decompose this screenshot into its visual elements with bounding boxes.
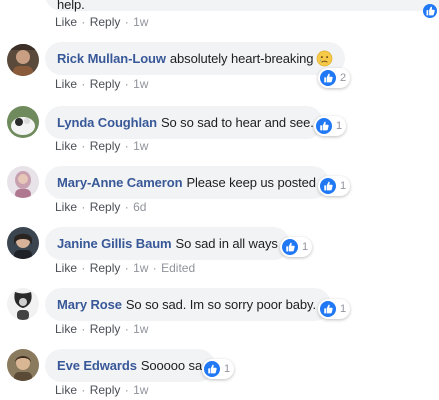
comment-author[interactable]: Janine Gillis Baum: [57, 236, 172, 251]
comment-author[interactable]: Mary-Anne Cameron: [57, 175, 183, 190]
comment-text: So sad in all ways: [175, 236, 278, 251]
timestamp[interactable]: 1w: [133, 139, 148, 153]
comment-author[interactable]: Rick Mullan-Louw: [57, 51, 166, 66]
comment-actions: Like · Reply · 1w: [55, 383, 148, 397]
like-icon: [204, 361, 220, 377]
comment-actions: Like · Reply · 6d: [55, 200, 146, 214]
crying-face-icon: [316, 50, 333, 67]
like-link[interactable]: Like: [55, 139, 77, 153]
avatar[interactable]: [7, 44, 39, 76]
timestamp[interactable]: 1w: [133, 261, 148, 275]
reaction-count: 2: [340, 72, 347, 84]
reaction-summary[interactable]: 1: [202, 359, 235, 379]
like-link[interactable]: Like: [55, 322, 77, 336]
comment-bubble: Eve Edwards Sooooo sad: [45, 349, 215, 382]
avatar[interactable]: [7, 227, 39, 259]
separator: ·: [124, 383, 129, 397]
like-icon: [320, 301, 336, 317]
like-icon: [320, 70, 336, 86]
comment-actions: Like · Reply · 1w: [55, 15, 148, 29]
separator: ·: [81, 77, 86, 91]
avatar[interactable]: [7, 349, 39, 381]
reaction-count: 1: [302, 241, 309, 253]
reaction-count: 1: [340, 303, 347, 315]
timestamp[interactable]: 1w: [133, 322, 148, 336]
like-icon: [316, 118, 332, 134]
like-link[interactable]: Like: [55, 15, 77, 29]
separator: ·: [124, 15, 129, 29]
comment-text: So so sad to hear and see.: [160, 115, 314, 130]
separator: ·: [81, 261, 86, 275]
reply-link[interactable]: Reply: [90, 261, 121, 275]
avatar[interactable]: [7, 166, 39, 198]
separator: ·: [152, 261, 157, 275]
comment-bubble: Mary Rose So so sad. Im so sorry poor ba…: [45, 288, 331, 321]
separator: ·: [81, 200, 86, 214]
reply-link[interactable]: Reply: [90, 77, 121, 91]
separator: ·: [124, 139, 129, 153]
reply-link[interactable]: Reply: [90, 322, 121, 336]
reaction-count: 1: [340, 180, 347, 192]
like-link[interactable]: Like: [55, 261, 77, 275]
reply-link[interactable]: Reply: [90, 139, 121, 153]
timestamp[interactable]: 1w: [133, 77, 148, 91]
separator: ·: [124, 261, 129, 275]
separator: ·: [81, 15, 86, 29]
comment-author[interactable]: Mary Rose: [57, 297, 122, 312]
comment-text: So so sad. Im so sorry poor baby.: [125, 297, 316, 312]
reaction-summary[interactable]: 2: [318, 68, 351, 88]
comment-bubble: Mary-Anne Cameron Please keep us posted: [45, 166, 329, 199]
like-icon: [282, 239, 298, 255]
comment-bubble: Lynda Coughlan So so sad to hear and see…: [45, 106, 323, 139]
separator: ·: [81, 322, 86, 336]
reaction-summary[interactable]: 1: [318, 299, 351, 319]
separator: ·: [124, 200, 129, 214]
comment-text: absolutely heart-breaking: [169, 51, 314, 66]
like-icon[interactable]: [423, 4, 437, 18]
comment-bubble: Janine Gillis Baum So sad in all ways: [45, 227, 290, 260]
timestamp[interactable]: 6d: [133, 200, 146, 214]
comment-bubble: Rick Mullan-Louw absolutely heart-breaki…: [45, 42, 345, 75]
reaction-summary[interactable]: 1: [314, 116, 347, 136]
like-link[interactable]: Like: [55, 200, 77, 214]
separator: ·: [81, 139, 86, 153]
reply-link[interactable]: Reply: [90, 15, 121, 29]
separator: ·: [124, 77, 129, 91]
like-icon: [320, 178, 336, 194]
reply-link[interactable]: Reply: [90, 200, 121, 214]
avatar[interactable]: [7, 106, 39, 138]
comment-actions: Like · Reply · 1w · Edited: [55, 261, 195, 275]
reaction-summary[interactable]: 1: [280, 237, 313, 257]
timestamp[interactable]: 1w: [133, 383, 148, 397]
partial-comment-bubble: help.: [45, 0, 439, 12]
avatar[interactable]: [7, 288, 39, 320]
like-link[interactable]: Like: [55, 383, 77, 397]
reply-link[interactable]: Reply: [90, 383, 121, 397]
comment-actions: Like · Reply · 1w: [55, 139, 148, 153]
comment-author[interactable]: Lynda Coughlan: [57, 115, 157, 130]
comment-author[interactable]: Eve Edwards: [57, 358, 137, 373]
reaction-summary[interactable]: 1: [318, 176, 351, 196]
separator: ·: [81, 383, 86, 397]
reaction-count: 1: [224, 363, 231, 375]
timestamp[interactable]: 1w: [133, 15, 148, 29]
reaction-count: 1: [336, 120, 343, 132]
comment-actions: Like · Reply · 1w: [55, 77, 148, 91]
comment-text: Please keep us posted: [186, 175, 316, 190]
comment-actions: Like · Reply · 1w: [55, 322, 148, 336]
like-link[interactable]: Like: [55, 77, 77, 91]
partial-comment-text: help.: [57, 0, 85, 12]
comment-text: Sooooo sad: [140, 358, 210, 373]
separator: ·: [124, 322, 129, 336]
edited-label[interactable]: Edited: [161, 261, 195, 275]
